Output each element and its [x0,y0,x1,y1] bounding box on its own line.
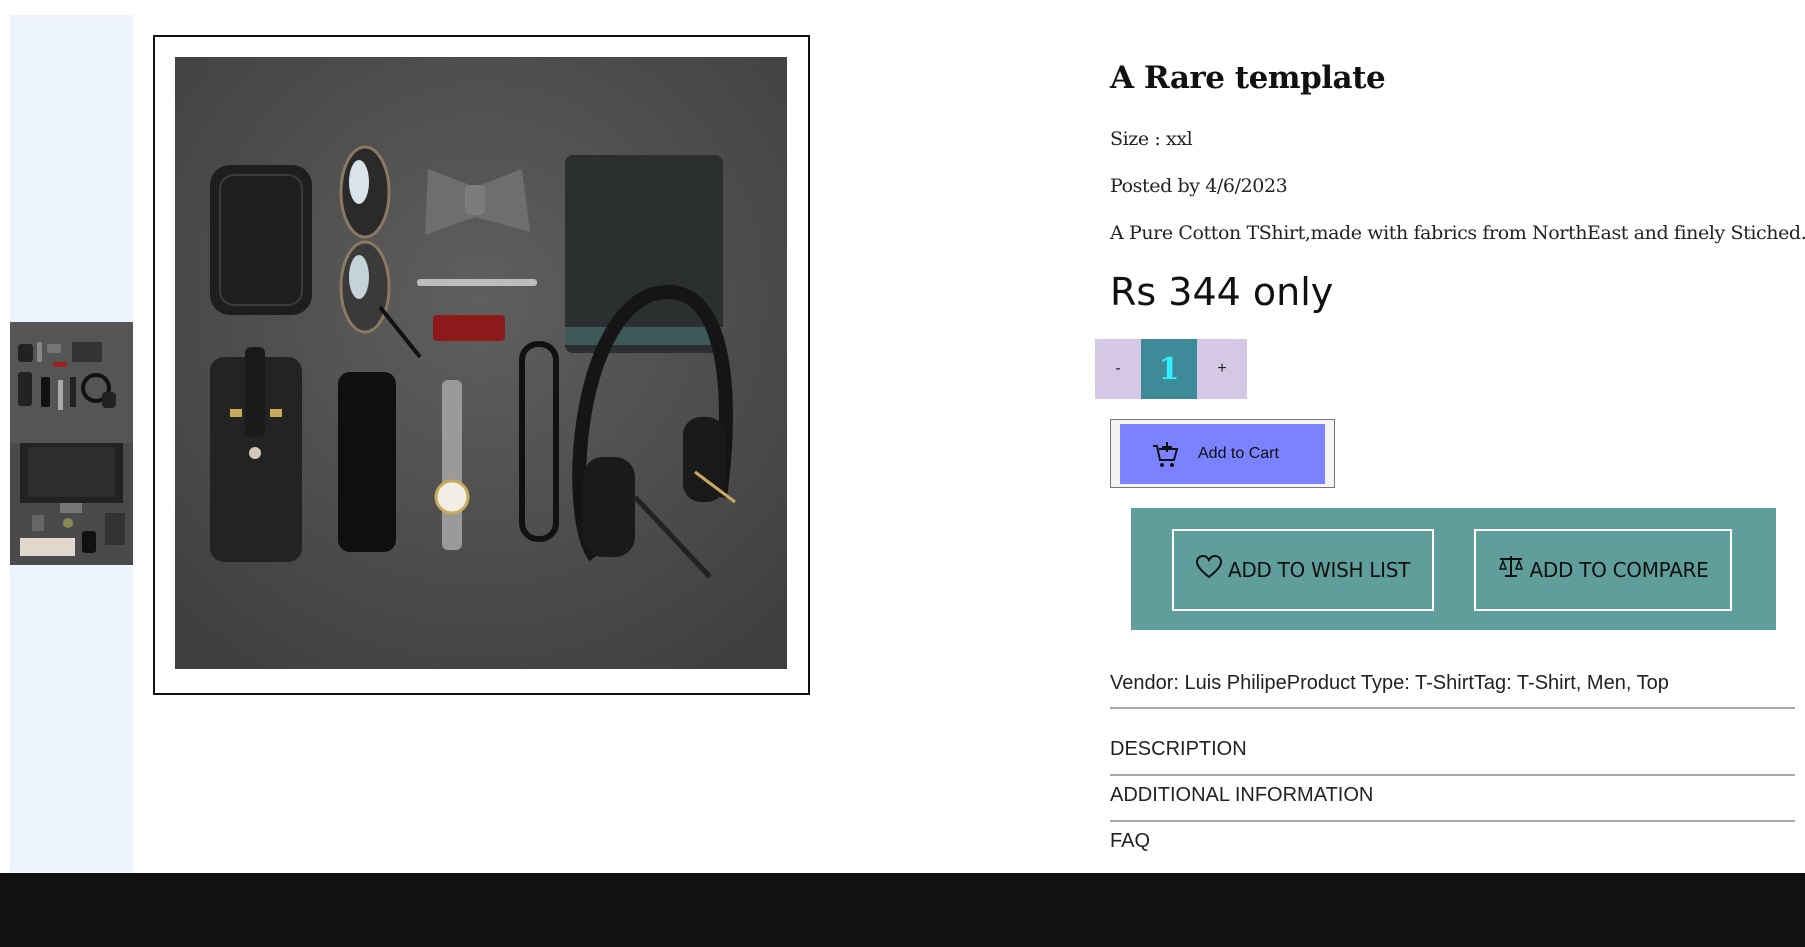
quantity-stepper: - 1 + [1095,339,1247,399]
add-to-compare-button[interactable]: ADD TO COMPARE [1474,529,1732,611]
add-to-compare-label: ADD TO COMPARE [1529,558,1709,582]
product-posted-date: Posted by 4/6/2023 [1110,175,1288,197]
thumbnail-desk-setup[interactable] [10,443,133,565]
main-product-image[interactable] [175,57,787,669]
quantity-decrement-button[interactable]: - [1095,339,1141,399]
add-to-cart-wrapper: Add to Cart [1110,419,1335,488]
product-price: Rs 344 only [1110,270,1334,314]
heart-icon [1195,555,1222,579]
thumbnail-rail [10,15,133,873]
quantity-value[interactable]: 1 [1141,339,1197,399]
vendor-type-tags: Vendor: Luis PhilipeProduct Type: T-Shir… [1110,672,1795,709]
add-to-cart-button[interactable]: Add to Cart [1120,424,1325,484]
thumbnail-flatlay-accessories[interactable] [10,322,133,443]
accordion-faq[interactable]: FAQ [1110,830,1795,866]
wishlist-compare-panel: ADD TO WISH LIST ADD TO COMPARE [1131,508,1776,630]
product-title: A Rare template [1110,60,1386,96]
quantity-increment-button[interactable]: + [1197,339,1247,399]
accordion-description[interactable]: DESCRIPTION [1110,738,1795,776]
scale-icon [1498,555,1524,579]
add-to-wishlist-button[interactable]: ADD TO WISH LIST [1172,529,1434,611]
cart-plus-icon [1153,442,1178,467]
main-product-image-frame [153,35,810,695]
product-size: Size : xxl [1110,128,1193,150]
add-to-wishlist-label: ADD TO WISH LIST [1227,558,1411,582]
add-to-cart-label: Add to Cart [1198,445,1279,462]
footer-bar [0,873,1805,947]
accordion-additional-information[interactable]: ADDITIONAL INFORMATION [1110,784,1795,822]
product-description: A Pure Cotton TShirt,made with fabrics f… [1110,222,1805,244]
